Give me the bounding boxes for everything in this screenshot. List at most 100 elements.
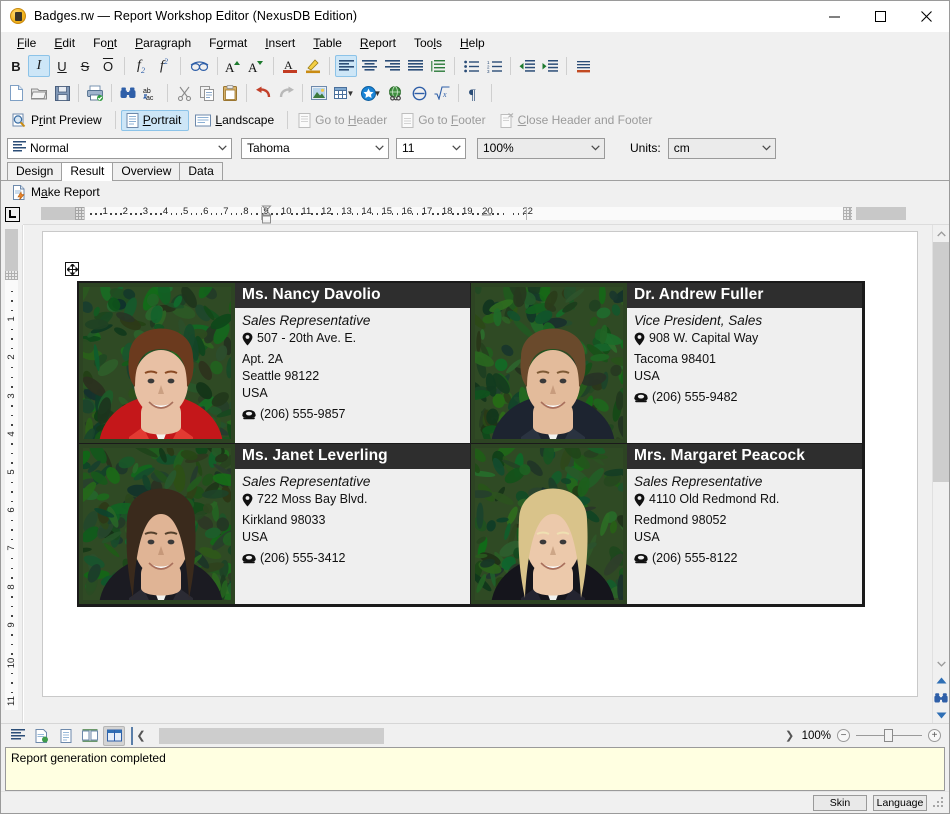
- make-report-button[interactable]: Make Report: [7, 182, 108, 202]
- two-page-view-button[interactable]: [79, 726, 101, 746]
- close-header-and-footer-button[interactable]: Close Header and Footer: [495, 110, 661, 131]
- hidden-text-icon[interactable]: [186, 55, 212, 77]
- scroll-up-button[interactable]: [933, 225, 949, 242]
- maximize-button[interactable]: [857, 1, 903, 32]
- align-justify-button[interactable]: [404, 55, 426, 77]
- horizontal-scroll-thumb[interactable]: [159, 728, 384, 744]
- landscape-button[interactable]: Landscape: [190, 110, 282, 131]
- horizontal-ruler[interactable]: 123456789101112131415161718192022: [23, 203, 949, 225]
- italic-button[interactable]: I: [28, 55, 50, 77]
- shrink-font-button[interactable]: A: [246, 55, 268, 77]
- tab-stop-selector[interactable]: [1, 203, 23, 225]
- next-page-button[interactable]: [933, 706, 949, 723]
- report-canvas[interactable]: Ms. Nancy Davolio Sales Representative 5…: [23, 225, 932, 723]
- align-center-button[interactable]: [358, 55, 380, 77]
- indent-marker[interactable]: [261, 205, 270, 222]
- menu-edit[interactable]: Edit: [45, 34, 84, 52]
- language-button[interactable]: Language: [873, 795, 927, 811]
- bold-button[interactable]: B: [5, 55, 27, 77]
- font-color-button[interactable]: A: [279, 55, 301, 77]
- insert-table-icon[interactable]: ▼: [331, 82, 357, 104]
- page-layout-view-button[interactable]: [31, 726, 53, 746]
- insert-object-icon[interactable]: ▼: [358, 82, 384, 104]
- badge-card[interactable]: Mrs. Margaret Peacock Sales Representati…: [470, 443, 863, 605]
- insert-image-icon[interactable]: [308, 82, 330, 104]
- scroll-left-button[interactable]: ❮: [133, 729, 149, 742]
- tab-data[interactable]: Data: [179, 162, 222, 180]
- show-formatting-marks-icon[interactable]: ¶: [464, 82, 486, 104]
- menu-paragraph[interactable]: Paragraph: [126, 34, 200, 52]
- zoom-in-button[interactable]: +: [928, 729, 941, 742]
- insert-formula-icon[interactable]: x: [431, 82, 453, 104]
- log-pane[interactable]: Report generation completed: [5, 747, 945, 791]
- align-right-button[interactable]: [381, 55, 403, 77]
- paste-icon[interactable]: [219, 82, 241, 104]
- chevron-down-icon[interactable]: ▼: [374, 89, 382, 98]
- chevron-down-icon[interactable]: ▼: [347, 89, 355, 98]
- decrease-indent-button[interactable]: [516, 55, 538, 77]
- minimize-button[interactable]: [811, 1, 857, 32]
- underline-button[interactable]: U: [51, 55, 73, 77]
- zoom-combo[interactable]: 100%: [477, 138, 605, 159]
- print-preview-button[interactable]: Print Preview: [7, 110, 110, 131]
- find-icon[interactable]: [117, 82, 139, 104]
- go-to-header-button[interactable]: Go to Header: [293, 110, 395, 131]
- tab-overview[interactable]: Overview: [112, 162, 180, 180]
- strikethrough-button[interactable]: S: [74, 55, 96, 77]
- menu-font[interactable]: Font: [84, 34, 126, 52]
- menu-insert[interactable]: Insert: [256, 34, 304, 52]
- scroll-down-button[interactable]: [933, 655, 949, 672]
- tab-result[interactable]: Result: [61, 162, 113, 181]
- font-family-combo[interactable]: Tahoma: [241, 138, 389, 159]
- chevron-down-icon[interactable]: [214, 139, 231, 158]
- paragraph-border-button[interactable]: [572, 55, 594, 77]
- zoom-out-button[interactable]: −: [837, 729, 850, 742]
- paragraph-style-combo[interactable]: Normal: [7, 138, 232, 159]
- badge-card[interactable]: Ms. Nancy Davolio Sales Representative 5…: [78, 282, 471, 444]
- chevron-down-icon[interactable]: [758, 139, 775, 158]
- scroll-right-button[interactable]: ❯: [782, 729, 798, 742]
- skin-button[interactable]: Skin: [813, 795, 867, 811]
- horizontal-scrollbar[interactable]: ❮ ❯: [131, 727, 798, 745]
- book-view-button[interactable]: [103, 726, 125, 746]
- overline-button[interactable]: O: [97, 55, 119, 77]
- menu-file[interactable]: File: [8, 34, 45, 52]
- font-size-combo[interactable]: 11: [396, 138, 466, 159]
- print-button[interactable]: [84, 82, 106, 104]
- menu-tools[interactable]: Tools: [405, 34, 451, 52]
- line-spacing-button[interactable]: [427, 55, 449, 77]
- cut-icon[interactable]: [173, 82, 195, 104]
- portrait-button[interactable]: Portrait: [121, 110, 190, 131]
- menu-report[interactable]: Report: [351, 34, 405, 52]
- increase-indent-button[interactable]: [539, 55, 561, 77]
- menu-table[interactable]: Table: [304, 34, 351, 52]
- replace-icon[interactable]: abac: [140, 82, 162, 104]
- save-document-button[interactable]: [51, 82, 73, 104]
- vertical-ruler[interactable]: 1234567891011: [1, 225, 23, 723]
- subscript-button[interactable]: f2: [130, 55, 152, 77]
- horizontal-scroll-track[interactable]: [149, 728, 782, 744]
- close-button[interactable]: [903, 1, 949, 32]
- chevron-down-icon[interactable]: [587, 139, 604, 158]
- menu-help[interactable]: Help: [451, 34, 494, 52]
- page-view-button[interactable]: [55, 726, 77, 746]
- go-to-footer-button[interactable]: Go to Footer: [396, 110, 493, 131]
- previous-page-button[interactable]: [933, 672, 949, 689]
- vertical-scroll-track[interactable]: [933, 242, 949, 655]
- tab-design[interactable]: Design: [7, 162, 62, 180]
- zoom-slider[interactable]: [856, 729, 922, 742]
- units-combo[interactable]: cm: [668, 138, 776, 159]
- chevron-down-icon[interactable]: [371, 139, 388, 158]
- redo-icon[interactable]: [275, 82, 297, 104]
- badge-card[interactable]: Ms. Janet Leverling Sales Representative…: [78, 443, 471, 605]
- align-left-button[interactable]: [335, 55, 357, 77]
- zoom-slider-knob[interactable]: [884, 729, 893, 742]
- menu-format[interactable]: Format: [200, 34, 256, 52]
- highlight-color-button[interactable]: [302, 55, 324, 77]
- badge-card[interactable]: Dr. Andrew Fuller Vice President, Sales …: [470, 282, 863, 444]
- bullet-list-button[interactable]: [460, 55, 482, 77]
- browse-object-icon[interactable]: [933, 689, 949, 706]
- grow-font-button[interactable]: A: [223, 55, 245, 77]
- move-handle-icon[interactable]: [65, 262, 79, 276]
- insert-symbol-icon[interactable]: [408, 82, 430, 104]
